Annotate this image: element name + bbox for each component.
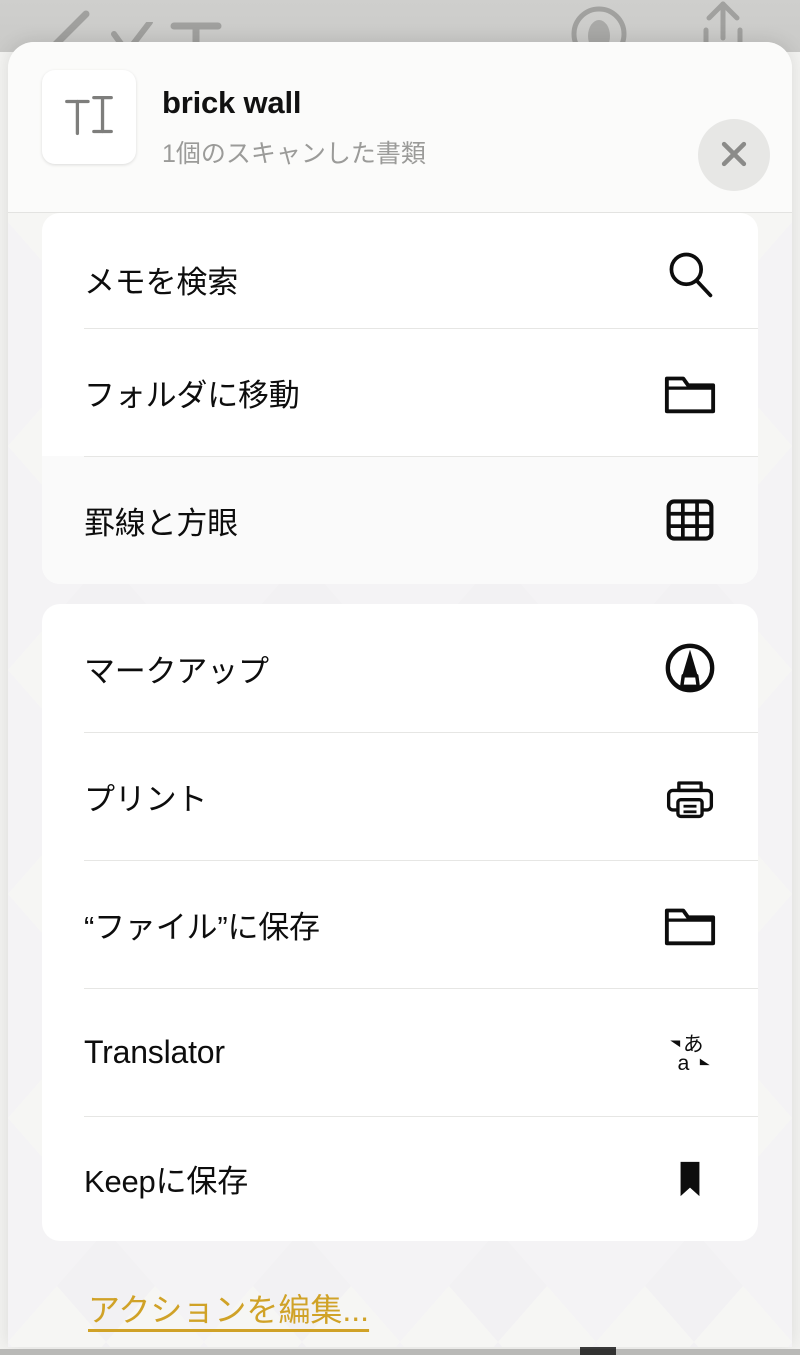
action-row-lines-and-grids[interactable]: 罫線と方眼 — [42, 456, 758, 584]
action-row-save-to-keep[interactable]: Keepに保存 — [42, 1116, 758, 1241]
action-row-save-to-files[interactable]: “ファイル”に保存 — [42, 860, 758, 988]
action-label: Keepに保存 — [84, 1164, 248, 1199]
action-label: マークアップ — [84, 653, 269, 689]
action-group-primary: メモを検索 フォルダに移動 罫線と方眼 — [42, 213, 758, 584]
action-row-move-to-folder[interactable]: フォルダに移動 — [42, 328, 758, 456]
bottom-bar — [0, 1349, 800, 1355]
printer-icon — [662, 768, 718, 824]
grid-icon — [662, 492, 718, 548]
action-label: “ファイル”に保存 — [84, 909, 320, 945]
close-icon — [716, 136, 752, 175]
action-label: 罫線と方眼 — [84, 505, 238, 541]
action-row-print[interactable]: プリント — [42, 732, 758, 860]
action-group-secondary: マークアップ プリント “ファイル”に保存 Translator あ a Kee… — [42, 604, 758, 1241]
action-row-translator[interactable]: Translator あ a — [42, 988, 758, 1116]
action-row-markup[interactable]: マークアップ — [42, 604, 758, 732]
folder-icon — [662, 896, 718, 952]
search-icon — [662, 246, 718, 302]
bookmark-icon — [662, 1151, 718, 1207]
action-row-search-notes[interactable]: メモを検索 — [42, 213, 758, 328]
markup-pen-icon — [662, 640, 718, 696]
action-label: プリント — [84, 781, 208, 817]
close-button[interactable] — [698, 119, 770, 191]
action-label: フォルダに移動 — [84, 377, 300, 413]
share-sheet: メモを検索 フォルダに移動 罫線と方眼 マークアップ プリント “ファイル”に保… — [8, 42, 792, 1347]
document-subtitle: 1個のスキャンした書類 — [162, 140, 426, 168]
scanned-document-thumbnail — [42, 70, 136, 164]
svg-text:a: a — [677, 1051, 689, 1075]
edit-actions-link[interactable]: アクションを編集... — [88, 1285, 369, 1331]
share-sheet-header: brick wall 1個のスキャンした書類 — [8, 42, 792, 213]
page-title: brick wall — [162, 85, 302, 120]
folder-icon — [662, 364, 718, 420]
bottom-artifact — [580, 1347, 616, 1355]
action-list-scroll[interactable]: メモを検索 フォルダに移動 罫線と方眼 マークアップ プリント “ファイル”に保… — [8, 42, 792, 1347]
action-label: Translator — [84, 1033, 225, 1070]
action-label: メモを検索 — [84, 265, 238, 300]
translate-icon: あ a — [662, 1024, 718, 1080]
